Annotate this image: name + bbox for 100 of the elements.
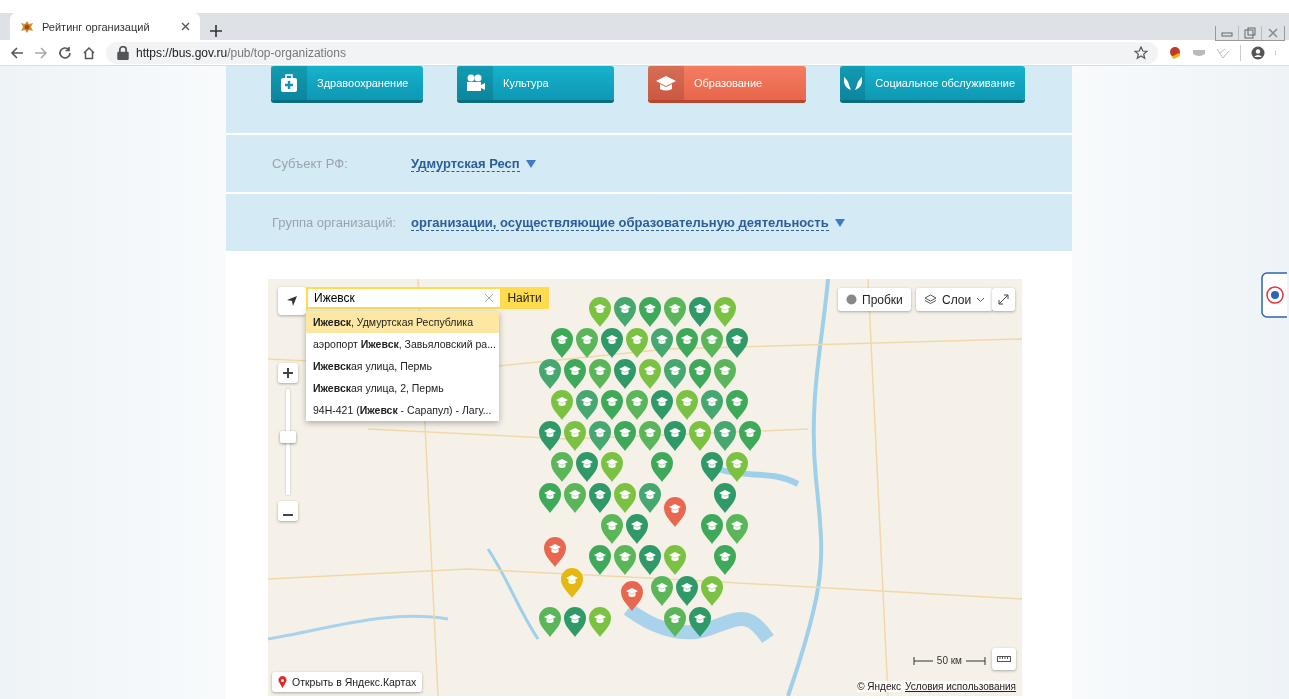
map-marker-icon[interactable] <box>714 359 736 389</box>
map-marker-icon[interactable] <box>601 328 623 358</box>
map-marker-icon[interactable] <box>626 514 648 544</box>
map-marker-icon[interactable] <box>626 328 648 358</box>
map-marker-icon[interactable] <box>601 452 623 482</box>
map-marker-icon[interactable] <box>739 421 761 451</box>
map-marker-icon[interactable] <box>714 421 736 451</box>
map-marker-icon[interactable] <box>626 390 648 420</box>
map-marker-icon[interactable] <box>714 483 736 513</box>
side-widget-icon[interactable] <box>1261 272 1287 318</box>
zoom-handle[interactable] <box>280 431 296 444</box>
zoom-slider[interactable] <box>280 389 296 495</box>
layers-button[interactable]: Слои <box>916 288 994 311</box>
map-marker-icon[interactable] <box>676 390 698 420</box>
map-marker-icon[interactable] <box>589 359 611 389</box>
map-marker-icon[interactable] <box>589 545 611 575</box>
filter-dropdown[interactable]: Удмуртская Респ <box>411 155 536 172</box>
map-marker-icon[interactable] <box>576 328 598 358</box>
zoom-in-button[interactable] <box>278 363 298 383</box>
map-marker-icon[interactable] <box>701 514 723 544</box>
map-marker-icon[interactable] <box>639 297 661 327</box>
fullscreen-button[interactable] <box>992 288 1015 311</box>
map-marker-icon[interactable] <box>614 297 636 327</box>
map-marker-icon[interactable] <box>726 514 748 544</box>
map-marker-icon[interactable] <box>664 359 686 389</box>
map-marker-icon[interactable] <box>589 607 611 637</box>
map-marker-icon[interactable] <box>564 607 586 637</box>
map-marker-icon[interactable] <box>651 328 673 358</box>
search-field[interactable]: Ижевск <box>306 287 500 309</box>
new-tab-icon[interactable] <box>210 25 222 37</box>
map-marker-icon[interactable] <box>564 359 586 389</box>
map-marker-icon[interactable] <box>539 359 561 389</box>
map-marker-icon[interactable] <box>589 297 611 327</box>
map-marker-icon[interactable] <box>676 328 698 358</box>
forward-icon[interactable] <box>34 45 48 60</box>
map-marker-icon[interactable] <box>620 580 644 613</box>
map-marker-icon[interactable] <box>614 421 636 451</box>
map-marker-icon[interactable] <box>601 390 623 420</box>
star-icon[interactable] <box>1134 45 1148 60</box>
map-marker-icon[interactable] <box>560 567 584 600</box>
map-marker-icon[interactable] <box>664 421 686 451</box>
map-marker-icon[interactable] <box>551 390 573 420</box>
suggestion-item[interactable]: 94Н-421 (Ижевск - Сарапул) - Лагу... <box>306 399 499 421</box>
map-marker-icon[interactable] <box>726 328 748 358</box>
map-marker-icon[interactable] <box>701 328 723 358</box>
map-marker-icon[interactable] <box>714 297 736 327</box>
suggestion-item[interactable]: Ижевская улица, 2, Пермь <box>306 377 499 399</box>
map-marker-icon[interactable] <box>676 576 698 606</box>
map-marker-icon[interactable] <box>689 607 711 637</box>
traffic-button[interactable]: Пробки <box>838 288 911 311</box>
map-marker-icon[interactable] <box>664 297 686 327</box>
map-marker-icon[interactable] <box>614 545 636 575</box>
map-marker-icon[interactable] <box>551 328 573 358</box>
map-marker-icon[interactable] <box>639 359 661 389</box>
map-marker-icon[interactable] <box>639 545 661 575</box>
map-marker-icon[interactable] <box>589 483 611 513</box>
home-icon[interactable] <box>82 45 96 60</box>
map-marker-icon[interactable] <box>639 483 661 513</box>
map-marker-icon[interactable] <box>589 421 611 451</box>
clear-icon[interactable] <box>484 293 494 303</box>
map-marker-icon[interactable] <box>639 421 661 451</box>
map-marker-icon[interactable] <box>664 607 686 637</box>
suggestion-item[interactable]: Ижевск, Удмуртская Республика <box>306 311 499 333</box>
close-icon[interactable] <box>181 22 190 31</box>
filter-dropdown[interactable]: организации, осуществляющие образовательную деятельность <box>411 214 845 231</box>
map-marker-icon[interactable] <box>601 514 623 544</box>
map-marker-icon[interactable] <box>576 452 598 482</box>
map-marker-icon[interactable] <box>564 421 586 451</box>
map-marker-icon[interactable] <box>551 452 573 482</box>
map-marker-icon[interactable] <box>614 483 636 513</box>
map-marker-icon[interactable] <box>726 390 748 420</box>
ruler-button[interactable] <box>992 648 1016 670</box>
map-marker-icon[interactable] <box>614 359 636 389</box>
map-marker-icon[interactable] <box>539 483 561 513</box>
map-marker-icon[interactable] <box>726 452 748 482</box>
map-marker-icon[interactable] <box>651 390 673 420</box>
address-bar[interactable]: https://bus.gov.ru/pub/top-organizations <box>106 41 1158 64</box>
map-marker-icon[interactable] <box>689 359 711 389</box>
map-marker-icon[interactable] <box>576 390 598 420</box>
map-marker-icon[interactable] <box>701 452 723 482</box>
open-in-maps-button[interactable]: Открыть в Яндекс.Картах <box>272 672 423 692</box>
suggestion-item[interactable]: аэропорт Ижевск, Завьяловский ра... <box>306 333 499 355</box>
map-marker-icon[interactable] <box>564 483 586 513</box>
map-marker-icon[interactable] <box>701 390 723 420</box>
profile-icon[interactable] <box>1251 45 1265 60</box>
map-marker-icon[interactable] <box>663 496 687 529</box>
zoom-out-button[interactable] <box>278 501 298 521</box>
browser-tab[interactable]: Рейтинг организаций <box>10 13 200 40</box>
search-button[interactable]: Найти <box>500 287 549 309</box>
map-marker-icon[interactable] <box>651 576 673 606</box>
map-marker-icon[interactable] <box>714 545 736 575</box>
map-marker-icon[interactable] <box>664 545 686 575</box>
back-icon[interactable] <box>10 45 24 60</box>
map-marker-icon[interactable] <box>651 452 673 482</box>
map-marker-icon[interactable] <box>689 297 711 327</box>
geolocation-button[interactable] <box>278 287 306 315</box>
suggestion-item[interactable]: Ижевская улица, Пермь <box>306 355 499 377</box>
terms-link[interactable]: Условия использования <box>905 681 1016 692</box>
map-marker-icon[interactable] <box>543 536 567 569</box>
map-marker-icon[interactable] <box>539 421 561 451</box>
